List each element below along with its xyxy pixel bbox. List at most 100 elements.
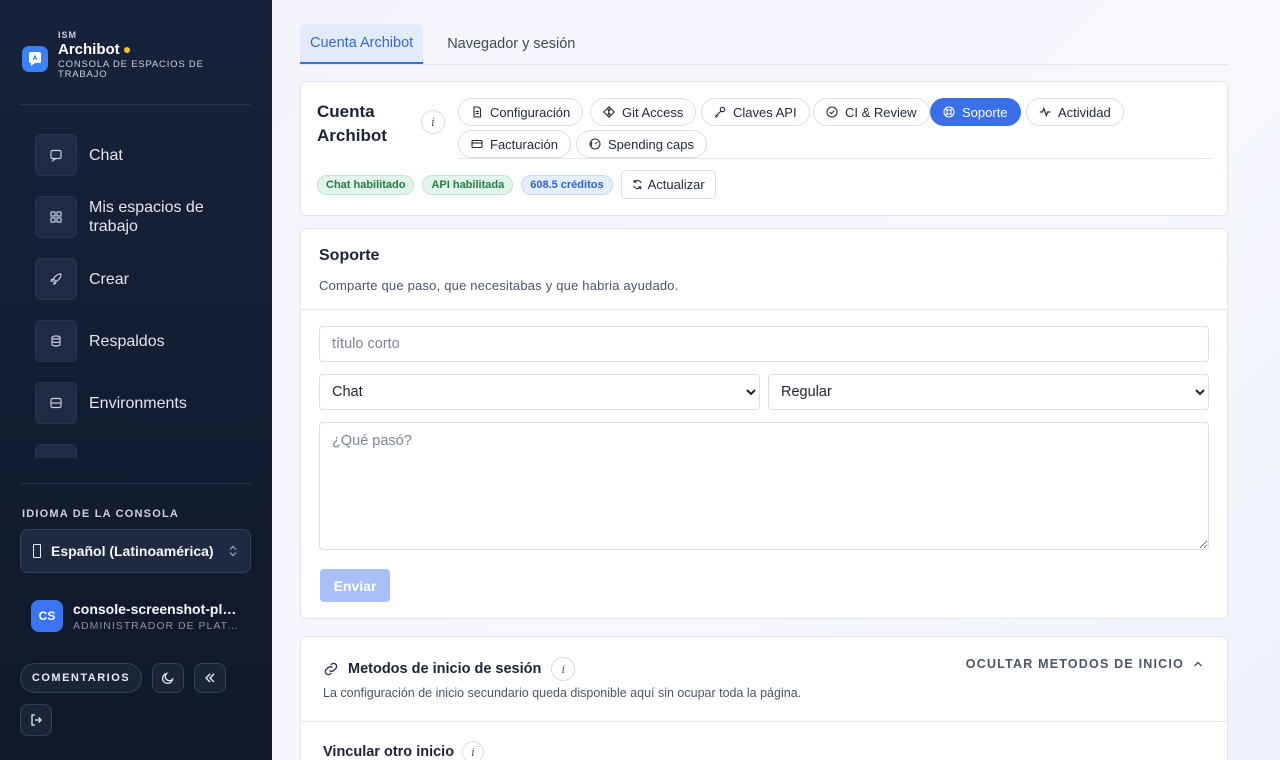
pill-label: Spending caps [608, 136, 695, 152]
archibot-logo-icon [22, 46, 48, 72]
support-description: Comparte que paso, que necesitabas y que… [319, 278, 679, 293]
language-value: Español (Latinoamérica) [51, 543, 214, 559]
sidebar-item-label: Chat [89, 146, 123, 164]
comments-button[interactable]: COMENTARIOS [20, 663, 142, 693]
tab-archibot-account[interactable]: Cuenta Archibot [300, 24, 424, 64]
pill-support[interactable]: Soporte [930, 98, 1021, 126]
sidebar-divider [20, 104, 251, 105]
account-title: Cuenta Archibot [317, 102, 387, 145]
rocket-icon [35, 258, 77, 300]
more-icon [35, 444, 77, 458]
support-title: Soporte [319, 247, 380, 264]
pill-spending-caps[interactable]: Spending caps [576, 130, 708, 158]
logout-icon [31, 714, 42, 726]
pill-git-access[interactable]: Git Access [590, 98, 697, 126]
info-icon[interactable]: i [551, 657, 576, 681]
card-icon [471, 139, 483, 149]
pill-label: Claves API [733, 104, 797, 120]
sidebar-item-more[interactable] [35, 444, 255, 458]
credits-badge: 608.5 créditos [521, 174, 613, 195]
pill-label: Git Access [622, 104, 684, 120]
account-card: Cuenta Archibot i Configuración Git Acce… [300, 81, 1228, 216]
server-icon [35, 382, 77, 424]
hide-login-methods-label: OCULTAR METODOS DE INICIO [965, 657, 1184, 671]
main-content: Cuenta Archibot Navegador y sesión Cuent… [272, 0, 1280, 760]
login-methods-description: La configuración de inicio secundario qu… [323, 686, 802, 700]
sidebar-item-workspaces[interactable]: Mis espacios de trabajo [35, 196, 255, 238]
sidebar-nav: Chat Mis espacios de trabajo Crear Respa… [35, 134, 255, 458]
logout-button[interactable] [20, 704, 52, 736]
login-methods-card: Metodos de inicio de sesión i OCULTAR ME… [300, 636, 1228, 760]
status-dot [123, 46, 130, 53]
sidebar-item-environments[interactable]: Environments [35, 382, 255, 424]
link-other-login-title: Vincular otro inicio [323, 744, 455, 760]
pill-label: Soporte [962, 104, 1008, 120]
user-name: console-screenshot-platform-admin [73, 600, 243, 617]
pill-billing[interactable]: Facturación [458, 130, 571, 158]
user-role: ADMINISTRADOR DE PLATAFORMA [73, 619, 243, 632]
tab-browser-session[interactable]: Navegador y sesión [437, 24, 585, 64]
link-icon [324, 662, 338, 676]
theme-toggle-button[interactable] [152, 663, 184, 693]
refresh-button[interactable]: Actualizar [620, 170, 716, 199]
lifebuoy-icon [943, 106, 955, 118]
git-icon [603, 106, 615, 118]
account-status: Chat habilitado API habilitada 608.5 cré… [317, 170, 716, 199]
chevron-updown-icon [229, 545, 237, 557]
sidebar-item-label: Respaldos [89, 332, 165, 350]
login-methods-header: Metodos de inicio de sesión i [323, 657, 576, 681]
pill-activity[interactable]: Actividad [1026, 98, 1124, 126]
collapse-sidebar-button[interactable] [194, 663, 226, 693]
sidebar-item-backups[interactable]: Respaldos [35, 320, 255, 362]
chat-icon [35, 134, 77, 176]
info-icon[interactable]: i [462, 741, 485, 760]
file-icon [473, 106, 482, 118]
severity-select[interactable]: Regular [768, 374, 1209, 410]
send-button[interactable]: Enviar [320, 569, 390, 602]
sidebar: ISM Archibot CONSOLA DE ESPACIOS DE TRAB… [0, 0, 272, 760]
link-other-login-header: Vincular otro inicio i [323, 741, 485, 760]
sidebar-item-chat[interactable]: Chat [35, 134, 255, 176]
pill-label: Facturación [490, 136, 558, 152]
refresh-icon [632, 179, 642, 190]
brand-name-text: Archibot [58, 41, 120, 58]
device-icon [33, 544, 41, 558]
pill-label: Actividad [1058, 104, 1111, 120]
pill-configuration[interactable]: Configuración [458, 98, 584, 126]
pill-ci-review[interactable]: CI & Review [813, 98, 930, 126]
database-icon [35, 320, 77, 362]
divider [301, 721, 1227, 722]
avatar: CS [31, 600, 63, 632]
pill-api-keys[interactable]: Claves API [701, 98, 810, 126]
status-badge-api: API habilitada [422, 174, 514, 195]
info-icon[interactable]: i [421, 110, 445, 134]
hide-login-methods-button[interactable]: OCULTAR METODOS DE INICIO [966, 657, 1203, 671]
sidebar-item-create[interactable]: Crear [35, 258, 255, 300]
refresh-label: Actualizar [647, 177, 705, 192]
chevrons-left-icon [205, 673, 215, 683]
sidebar-divider [20, 483, 251, 484]
pill-label: Configuración [490, 104, 571, 120]
short-title-input[interactable] [319, 326, 1209, 362]
brand-org: ISM [58, 30, 78, 40]
top-tabs: Cuenta Archibot Navegador y sesión [300, 24, 1228, 65]
status-badge-chat: Chat habilitado [317, 174, 415, 195]
area-select[interactable]: Chat [319, 374, 760, 410]
user-profile[interactable]: CS console-screenshot-platform-admin ADM… [31, 600, 246, 632]
chevron-up-icon [1194, 661, 1202, 667]
key-icon [714, 106, 726, 118]
support-card: Soporte Comparte que paso, que necesitab… [300, 228, 1228, 619]
account-subnav: Configuración Git Access Claves API CI &… [458, 98, 1212, 159]
check-circle-icon [826, 106, 838, 118]
brand-name: Archibot [58, 41, 228, 58]
login-methods-title: Metodos de inicio de sesión [348, 661, 542, 677]
pill-label: CI & Review [845, 104, 917, 120]
sidebar-item-label: Mis espacios de trabajo [89, 199, 204, 235]
language-label: IDIOMA DE LA CONSOLA [22, 508, 180, 520]
what-happened-textarea[interactable] [319, 422, 1209, 550]
language-select[interactable]: Español (Latinoamérica) [20, 529, 251, 573]
moon-icon [161, 672, 174, 685]
grid-icon [35, 196, 77, 238]
brand-subtitle: CONSOLA DE ESPACIOS DE TRABAJO [58, 59, 204, 80]
brand[interactable]: ISM Archibot CONSOLA DE ESPACIOS DE TRAB… [22, 30, 228, 80]
